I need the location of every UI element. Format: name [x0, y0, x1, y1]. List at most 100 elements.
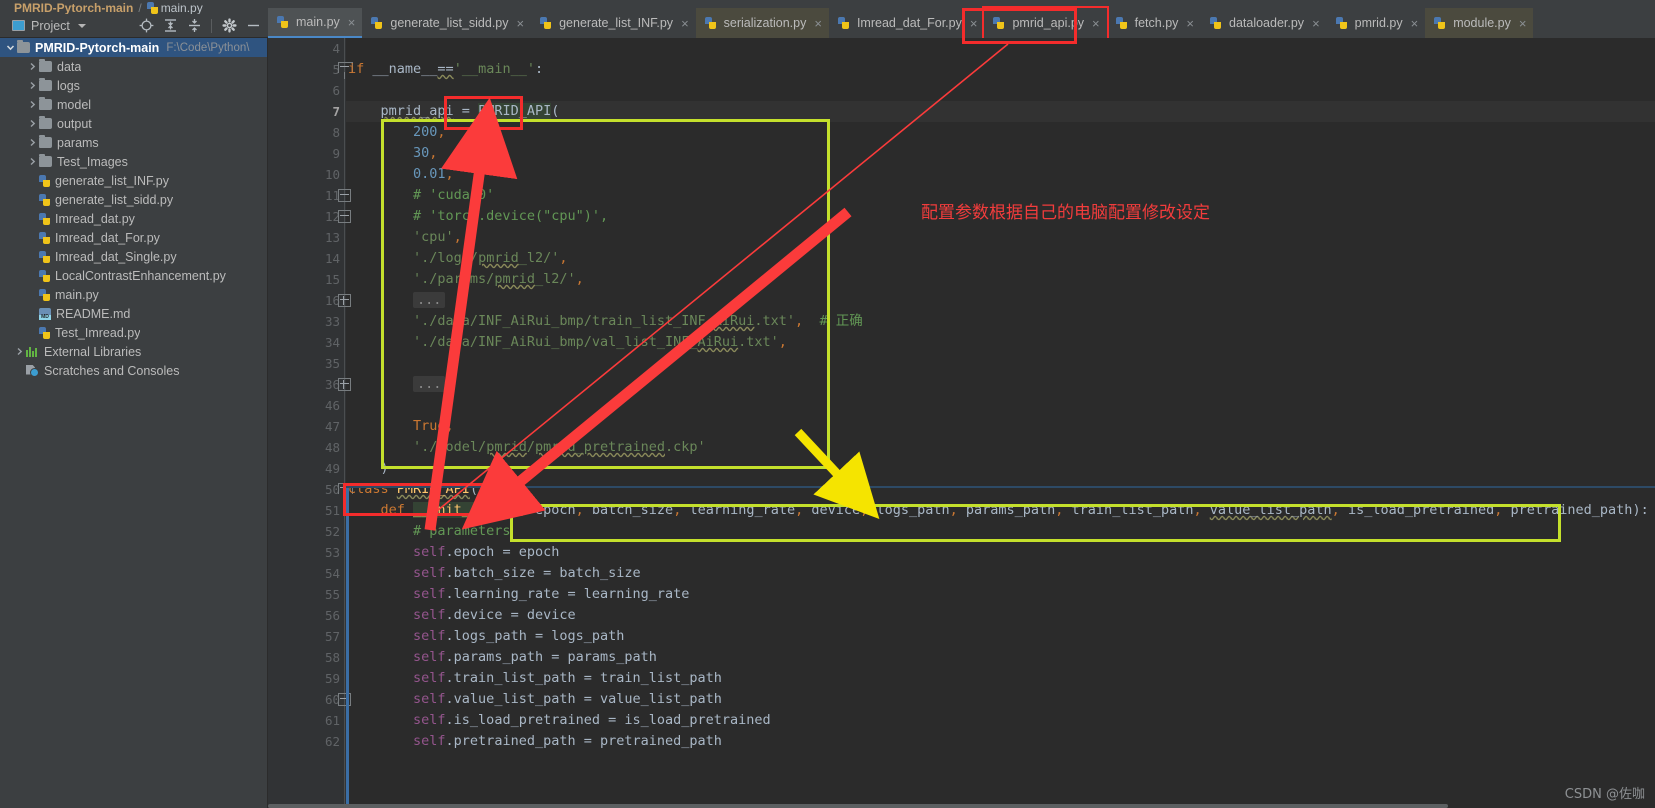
code-line-58: self.params_path = params_path [413, 649, 657, 665]
tree-item-label: Test_Imread.py [55, 325, 141, 340]
tree-item-local-contrast-enhancement[interactable]: LocalContrastEnhancement.py [0, 266, 267, 285]
close-icon[interactable]: × [681, 17, 689, 30]
chevron-down-icon[interactable] [4, 43, 17, 52]
line-number: 56 [324, 608, 340, 623]
line-number: 55 [324, 587, 340, 602]
tab-generate-list-inf-py[interactable]: generate_list_INF.py × [531, 8, 696, 38]
code-line-56: self.device = device [413, 607, 576, 623]
code-editor[interactable]: 4 5 6 7 8 9 10 11 12 13 14 15 16 33 34 3… [268, 38, 1655, 808]
chevron-right-icon[interactable] [13, 347, 26, 356]
tree-item-params[interactable]: params [0, 133, 267, 152]
expand-all-icon[interactable] [159, 15, 181, 37]
folder-icon [39, 116, 52, 129]
tree-item-generate-list-sidd[interactable]: generate_list_sidd.py [0, 190, 267, 209]
close-icon[interactable]: × [1092, 17, 1100, 30]
tree-item-model[interactable]: model [0, 95, 267, 114]
line-number: 48 [324, 440, 340, 455]
line-number: 53 [324, 545, 340, 560]
tree-item-label: params [57, 135, 99, 150]
chevron-right-icon[interactable] [26, 138, 39, 147]
breadcrumb-file[interactable]: main.py [161, 2, 203, 14]
close-icon[interactable]: × [1519, 17, 1527, 30]
tree-item-external-libraries[interactable]: External Libraries [0, 342, 267, 361]
project-tree[interactable]: PMRID-Pytorch-main F:\Code\Python\ data … [0, 38, 268, 808]
line-number: 52 [324, 524, 340, 539]
tree-item-scratches[interactable]: Scratches and Consoles [0, 361, 267, 380]
tree-item-generate-list-inf[interactable]: generate_list_INF.py [0, 171, 267, 190]
tree-item-imread-dat-for[interactable]: Imread_dat_For.py [0, 228, 267, 247]
folder-icon [39, 97, 52, 110]
collapse-all-icon[interactable] [183, 15, 205, 37]
code-line-47: True, [413, 418, 454, 434]
folded-region-ellipsis[interactable]: ... [413, 376, 446, 392]
editor-tab-bar[interactable]: main.py × generate_list_sidd.py × genera… [268, 0, 1655, 38]
code-line-48: './model/pmrid/pmrid_pretrained.ckp' [413, 439, 706, 455]
folder-icon [39, 135, 52, 148]
tab-pmrid-api-py[interactable]: pmrid_api.py × [982, 6, 1109, 38]
close-icon[interactable]: × [970, 17, 978, 30]
tree-item-main[interactable]: main.py [0, 285, 267, 304]
close-icon[interactable]: × [348, 16, 356, 29]
editor-gutter[interactable]: 4 5 6 7 8 9 10 11 12 13 14 15 16 33 34 3… [268, 38, 353, 808]
tab-fetch-py[interactable]: fetch.py × [1107, 8, 1201, 38]
code-line-14: './logs/pmrid_l2/', [413, 250, 568, 266]
tab-pmrid-py[interactable]: pmrid.py × [1327, 8, 1426, 38]
code-line-8: 200, [413, 124, 446, 140]
line-number: 12 [324, 209, 340, 224]
tree-item-output[interactable]: output [0, 114, 267, 133]
chevron-down-icon[interactable] [77, 23, 86, 28]
scrollbar-thumb[interactable] [268, 804, 1448, 808]
python-file-icon [39, 212, 50, 225]
line-number: 51 [324, 503, 340, 518]
line-number: 15 [324, 272, 340, 287]
code-line-52: # parameters [413, 523, 511, 539]
tree-item-label: generate_list_sidd.py [55, 192, 174, 207]
horizontal-scrollbar[interactable] [268, 804, 1655, 808]
close-icon[interactable]: × [517, 17, 525, 30]
project-panel-toolbar: Project [0, 14, 268, 38]
close-icon[interactable]: × [1312, 17, 1320, 30]
tab-dataloader-py[interactable]: dataloader.py × [1201, 8, 1327, 38]
tree-item-test-images[interactable]: Test_Images [0, 152, 267, 171]
settings-gear-icon[interactable] [218, 15, 240, 37]
close-icon[interactable]: × [814, 17, 822, 30]
python-file-icon [837, 17, 849, 29]
breadcrumb-project[interactable]: PMRID-Pytorch-main [14, 2, 133, 14]
code-line-50: class PMRID_API(): [348, 481, 495, 497]
chevron-right-icon[interactable] [26, 100, 39, 109]
close-icon[interactable]: × [1186, 17, 1194, 30]
tab-main-py[interactable]: main.py × [268, 8, 363, 38]
libraries-icon [26, 346, 39, 357]
tab-label: module.py [1453, 16, 1511, 30]
close-icon[interactable]: × [1411, 17, 1419, 30]
tree-item-imread-dat[interactable]: Imread_dat.py [0, 209, 267, 228]
tree-root-row[interactable]: PMRID-Pytorch-main F:\Code\Python\ [0, 38, 267, 57]
watermark: CSDN @佐咖 [1564, 787, 1645, 802]
tree-item-test-imread[interactable]: Test_Imread.py [0, 323, 267, 342]
project-panel-title[interactable]: Project [31, 19, 70, 33]
chevron-right-icon[interactable] [26, 157, 39, 166]
line-number: 14 [324, 251, 340, 266]
tree-item-data[interactable]: data [0, 57, 267, 76]
tree-item-readme[interactable]: README.md [0, 304, 267, 323]
tree-item-imread-dat-single[interactable]: Imread_dat_Single.py [0, 247, 267, 266]
chevron-right-icon[interactable] [26, 119, 39, 128]
chevron-right-icon[interactable] [26, 62, 39, 71]
python-file-icon [1335, 17, 1347, 29]
tab-imread-dat-for-py[interactable]: Imread_dat_For.py × [829, 8, 985, 38]
tree-item-logs[interactable]: logs [0, 76, 267, 95]
tab-serialization-py[interactable]: serialization.py × [695, 8, 829, 38]
chevron-right-icon[interactable] [26, 81, 39, 90]
hide-panel-icon[interactable] [242, 15, 264, 37]
locate-icon[interactable] [135, 15, 157, 37]
line-number: 11 [324, 188, 340, 203]
folded-region-ellipsis[interactable]: ... [413, 292, 446, 308]
code-content[interactable]: if __name__=='__main__': pmrid_api = PMR… [346, 38, 1655, 808]
tab-generate-list-sidd-py[interactable]: generate_list_sidd.py × [362, 8, 531, 38]
tab-module-py[interactable]: module.py × [1425, 8, 1534, 38]
line-number: 54 [324, 566, 340, 581]
code-line-55: self.learning_rate = learning_rate [413, 586, 690, 602]
code-line-15: './params/pmrid_l2/', [413, 271, 584, 287]
folder-icon [39, 59, 52, 72]
